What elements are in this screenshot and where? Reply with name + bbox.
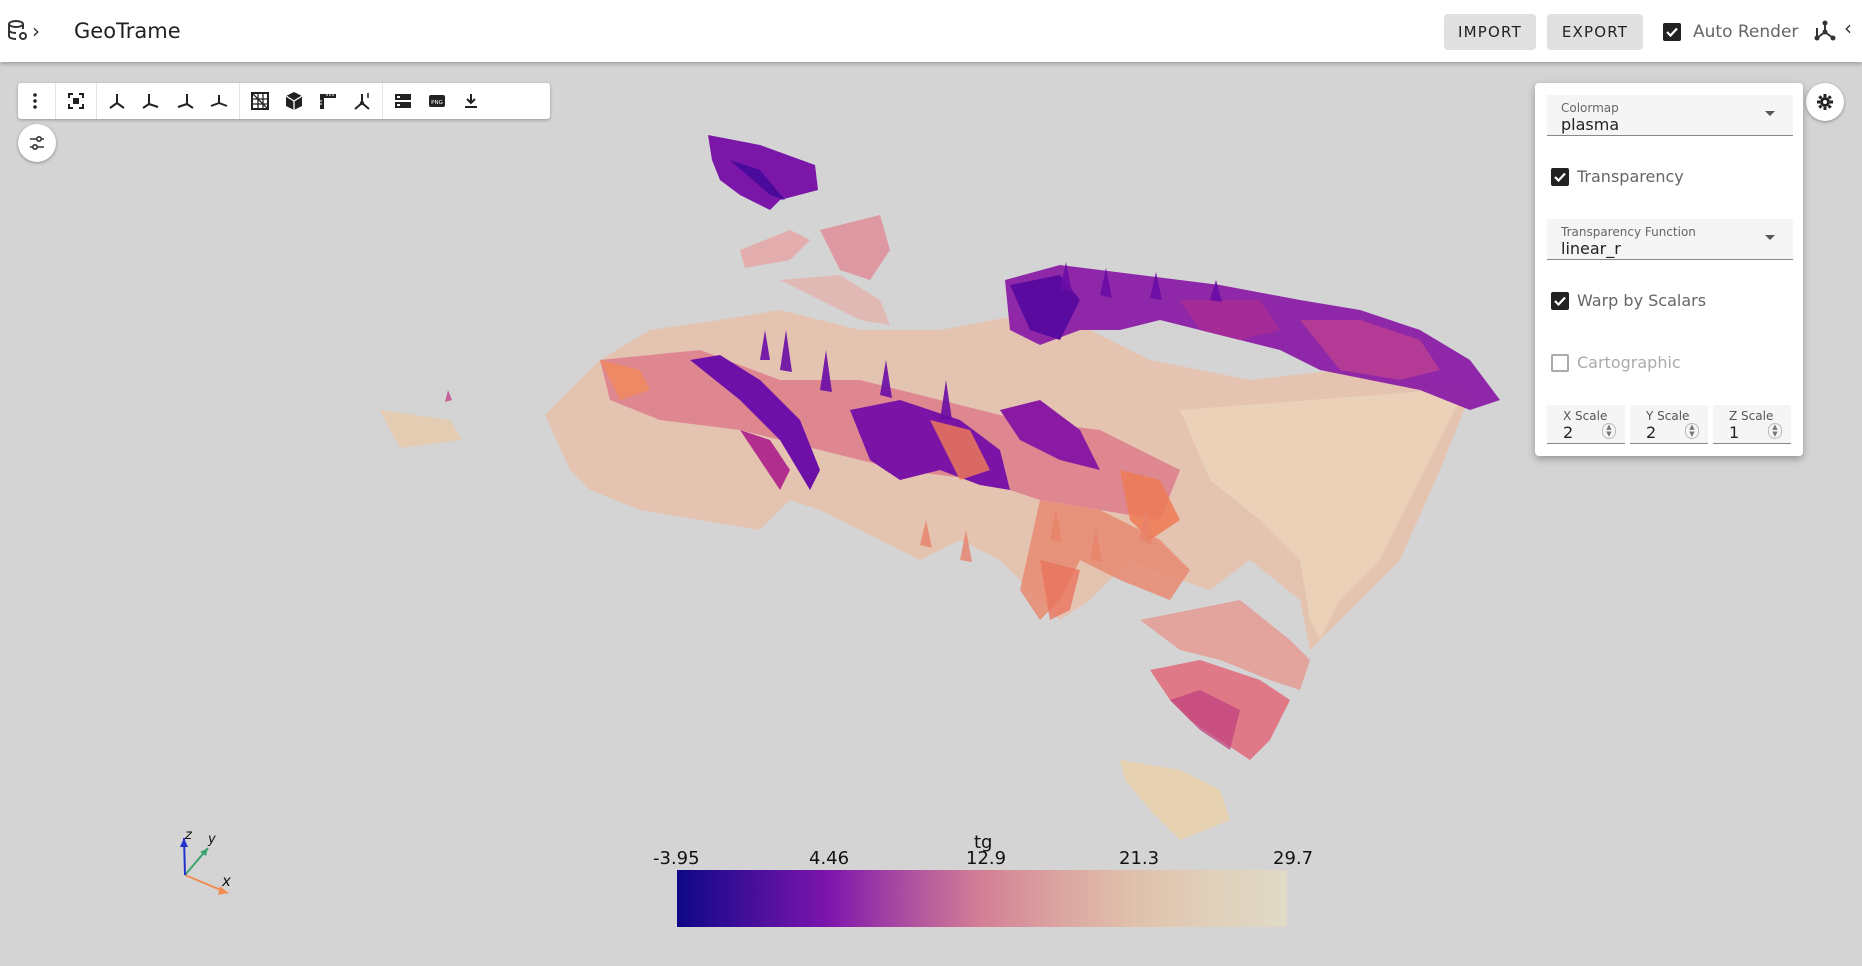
terrain-mesh (380, 135, 1500, 840)
scalar-bar-tick: 29.7 (1273, 848, 1314, 869)
scalar-bar-tick: -3.95 (653, 848, 700, 869)
dropdown-arrow-icon (1765, 111, 1775, 116)
colormap-label: Colormap (1561, 101, 1619, 115)
axis-x-label: x (222, 872, 231, 890)
chevron-right-icon[interactable]: › (32, 19, 40, 43)
x-scale-label: X Scale (1563, 409, 1608, 423)
spinner-icon[interactable]: ▲ ▼ (1768, 423, 1782, 439)
fullscreen-icon[interactable] (59, 83, 93, 119)
chevron-left-icon[interactable]: ‹ (1844, 16, 1852, 40)
transparency-function-select[interactable]: Transparency Function linear_r (1547, 219, 1793, 260)
warp-checkbox[interactable] (1551, 291, 1569, 310)
transparency-function-value: linear_r (1561, 239, 1621, 258)
y-scale-value: 2 (1646, 423, 1657, 442)
axes-view-4-icon[interactable] (202, 83, 236, 119)
x-scale-value: 2 (1563, 423, 1574, 442)
database-settings-icon[interactable] (8, 20, 28, 42)
z-scale-label: Z Scale (1729, 409, 1774, 423)
scalar-bar-tick: 4.46 (809, 848, 850, 869)
transparency-toggle[interactable]: Transparency (1551, 167, 1684, 186)
download-icon[interactable] (454, 83, 488, 119)
filters-button[interactable] (18, 124, 56, 162)
view-toolbar: PNG (18, 83, 550, 119)
cube-box-icon[interactable] (277, 83, 311, 119)
app-title: GeoTrame (74, 19, 181, 43)
auto-render-label: Auto Render (1693, 22, 1799, 42)
render-settings-panel: Colormap plasma Transparency Transparenc… (1535, 83, 1803, 456)
z-scale-field[interactable]: Z Scale 1 ▲ ▼ (1713, 405, 1791, 444)
y-scale-field[interactable]: Y Scale 2 ▲ ▼ (1630, 405, 1708, 444)
scalar-bar (677, 870, 1287, 927)
spinner-icon[interactable]: ▲ ▼ (1685, 423, 1699, 439)
warp-toggle[interactable]: Warp by Scalars (1551, 291, 1706, 310)
cartographic-checkbox[interactable] (1551, 353, 1569, 372)
warp-label: Warp by Scalars (1577, 291, 1707, 310)
transparency-label: Transparency (1577, 167, 1684, 186)
axes-view-3-icon[interactable] (168, 83, 202, 119)
transparency-function-label: Transparency Function (1561, 225, 1696, 239)
auto-render-checkbox[interactable] (1663, 23, 1681, 41)
colormap-select[interactable]: Colormap plasma (1547, 95, 1793, 136)
ruler-icon[interactable] (311, 83, 345, 119)
png-export-icon[interactable]: PNG (420, 83, 454, 119)
grid-toggle-icon[interactable] (243, 83, 277, 119)
dropdown-arrow-icon (1765, 235, 1775, 240)
auto-render-toggle[interactable]: Auto Render (1663, 22, 1798, 42)
axis-z-label: z (185, 828, 192, 843)
cartographic-toggle[interactable]: Cartographic (1551, 353, 1681, 372)
settings-button[interactable] (1806, 83, 1844, 121)
axes-orientation-icon[interactable] (345, 83, 379, 119)
export-button[interactable]: EXPORT (1547, 14, 1643, 50)
y-scale-label: Y Scale (1646, 409, 1690, 423)
orientation-axes-widget (180, 837, 229, 895)
import-button[interactable]: IMPORT (1444, 14, 1536, 50)
scalar-bar-tick: 12.9 (966, 848, 1007, 869)
more-vert-icon[interactable] (18, 83, 52, 119)
gear-icon (1816, 93, 1834, 111)
tune-icon (28, 134, 46, 152)
transparency-checkbox[interactable] (1551, 167, 1569, 186)
pipeline-graph-icon[interactable] (1813, 20, 1837, 46)
z-scale-value: 1 (1729, 423, 1740, 442)
axes-view-1-icon[interactable] (100, 83, 134, 119)
x-scale-field[interactable]: X Scale 2 ▲ ▼ (1547, 405, 1625, 444)
svg-text:PNG: PNG (431, 100, 443, 106)
axis-y-label: y (208, 832, 216, 847)
colormap-value: plasma (1561, 115, 1620, 134)
spinner-icon[interactable]: ▲ ▼ (1602, 423, 1616, 439)
app-bar: › GeoTrame IMPORT EXPORT Auto Render ‹ (0, 0, 1862, 62)
layers-icon[interactable] (386, 83, 420, 119)
cartographic-label: Cartographic (1577, 353, 1681, 372)
axes-view-2-icon[interactable] (134, 83, 168, 119)
scalar-bar-tick: 21.3 (1119, 848, 1160, 869)
